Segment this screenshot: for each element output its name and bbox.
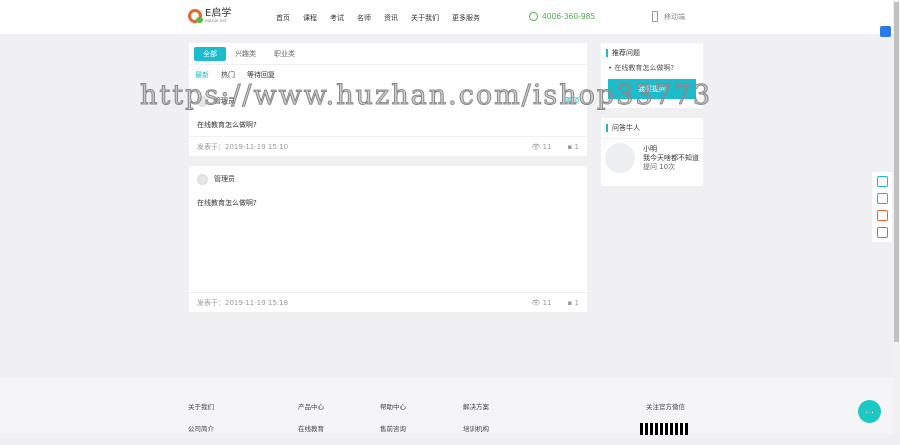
footer-link[interactable]: 公司简介 (188, 423, 214, 433)
weibo-icon[interactable] (876, 210, 888, 221)
phone-number: 4006-360-985 (542, 12, 596, 21)
avatar (197, 95, 208, 107)
recommend-card: 推荐问题 • 在线教育怎么做啊? 我要提问 (601, 43, 703, 108)
chat-button[interactable]: … (858, 400, 881, 423)
logo[interactable]: E启学 eqixue.net (188, 9, 231, 23)
nav-about[interactable]: 关于我们 (411, 13, 439, 23)
tab-career[interactable]: 职业类 (265, 47, 304, 61)
sort-unanswered[interactable]: 等待回复 (247, 70, 275, 79)
app-link[interactable]: 移动端 (652, 11, 685, 22)
views-count: 👁 11 (531, 298, 552, 307)
post-card[interactable]: 管理员 置顶 在线教育怎么做啊? 发表于：2019-11-19 15:10 👁 11… (189, 88, 587, 156)
tab-all[interactable]: 全部 (194, 46, 226, 61)
ask-question-button[interactable]: 我要提问 (608, 79, 696, 99)
footer-link[interactable]: 售前咨询 (380, 423, 406, 433)
sort-hot[interactable]: 热门 (221, 70, 235, 79)
experts-card: 问答牛人 小明 我今天啥都不知道 提问 10次 (601, 118, 703, 186)
post-time: 发表于：2019-11-19 15:10 (197, 142, 289, 151)
tab-interest[interactable]: 兴趣类 (226, 47, 265, 61)
wechat-heading: 关注官方微信 (646, 403, 685, 411)
qr-code (640, 423, 688, 435)
wechat-icon[interactable] (876, 227, 888, 238)
comments-count: ▪ 1 (567, 298, 579, 307)
nav-exams[interactable]: 考试 (330, 13, 344, 23)
recommend-item[interactable]: • 在线教育怎么做啊? (601, 63, 703, 73)
footer-link[interactable]: 培训机构 (463, 423, 489, 433)
logo-text: E启学 (205, 8, 232, 19)
footer-heading: 帮助中心 (380, 403, 406, 411)
post-author[interactable]: 管理员 (214, 174, 235, 184)
footer-heading: 关于我们 (188, 403, 214, 411)
post-card[interactable]: 管理员 在线教育怎么做啊? 发表于：2019-11-19 15:18 👁 11 ▪ … (189, 166, 587, 312)
scrollbar[interactable] (893, 0, 900, 434)
phone: 4006-360-985 (529, 12, 595, 21)
nav-teachers[interactable]: 名师 (357, 13, 371, 23)
expert-count: 提问 10次 (643, 163, 676, 171)
post-title[interactable]: 在线教育怎么做啊? (189, 114, 587, 136)
avatar (197, 173, 208, 185)
sort-latest[interactable]: 最新 (195, 70, 209, 79)
app-label: 移动端 (664, 12, 685, 21)
footer-heading: 解决方案 (463, 403, 489, 411)
logo-icon (188, 9, 203, 23)
footer-link[interactable]: 在线教育 (298, 423, 324, 433)
header: E启学 eqixue.net 首页 课程 考试 名师 资讯 关于我们 更多服务 4… (0, 0, 893, 34)
share-icon[interactable] (876, 176, 888, 187)
comments-count: ▪ 1 (567, 142, 579, 151)
phone-icon (529, 12, 538, 21)
post-author[interactable]: 管理员 (214, 96, 235, 106)
expert-name[interactable]: 小明 (643, 145, 699, 154)
views-count: 👁 11 (531, 142, 552, 151)
nav-more[interactable]: 更多服务 (452, 13, 480, 23)
float-toolbar (872, 172, 892, 242)
print-icon[interactable] (880, 26, 891, 37)
nav-news[interactable]: 资讯 (384, 13, 398, 23)
footer-heading: 产品中心 (298, 403, 324, 411)
mobile-icon (652, 11, 658, 22)
expert-avatar[interactable] (605, 143, 635, 173)
expert-desc: 我今天啥都不知道 (643, 154, 699, 162)
post-time: 发表于：2019-11-19 15:18 (197, 298, 289, 307)
post-tag: 置顶 (565, 97, 579, 105)
post-title[interactable]: 在线教育怎么做啊? (189, 192, 587, 214)
main-nav: 首页 课程 考试 名师 资讯 关于我们 更多服务 (276, 13, 480, 23)
message-icon[interactable] (876, 193, 888, 204)
experts-title: 问答牛人 (606, 124, 698, 132)
recommend-title: 推荐问题 (606, 49, 698, 57)
nav-courses[interactable]: 课程 (303, 13, 317, 23)
nav-home[interactable]: 首页 (276, 13, 290, 23)
footer: 关于我们公司简介 产品中心在线教育 帮助中心售前咨询 解决方案培训机构 关注官方… (0, 377, 893, 435)
